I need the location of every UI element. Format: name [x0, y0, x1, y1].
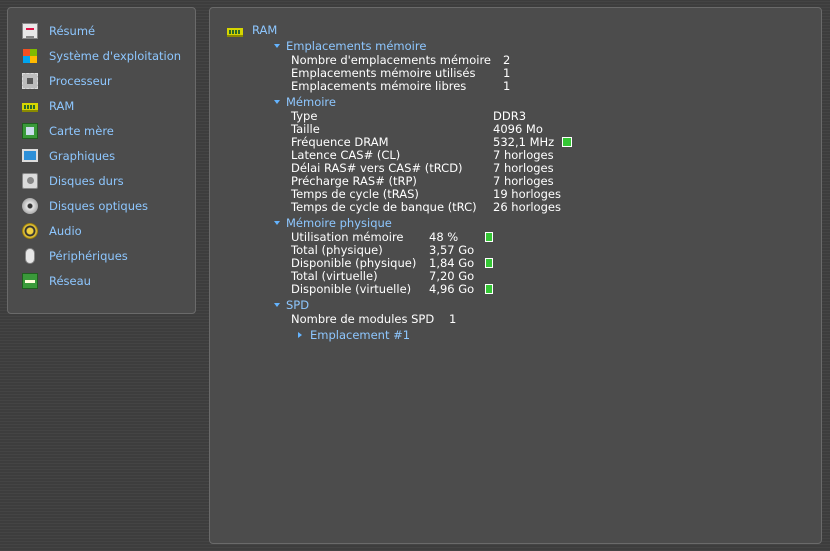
sidebar-item-network[interactable]: Réseau [8, 268, 195, 293]
details-panel: RAM Emplacements mémoire Nombre d'emplac… [209, 7, 822, 544]
section-physical-memory[interactable]: Mémoire physique [274, 215, 392, 230]
info-key: Disponible (virtuelle) [291, 282, 412, 296]
windows-logo-blue [23, 55, 30, 63]
collapse-caret-icon [274, 99, 280, 104]
optical-disc-icon [22, 197, 38, 214]
status-indicator [485, 258, 493, 268]
sidebar-item-label: Graphiques [49, 148, 116, 163]
sidebar-item-label: Disques optiques [49, 198, 149, 213]
info-value: 26 horloges [493, 200, 561, 214]
section-title: Emplacements mémoire [286, 38, 427, 53]
tree-item-label: Emplacement #1 [310, 327, 411, 342]
sidebar-item-label: Périphériques [49, 248, 128, 263]
sidebar-item-cpu[interactable]: Processeur [8, 68, 195, 93]
section-memory[interactable]: Mémoire [274, 94, 336, 109]
sidebar-item-audio[interactable]: Audio [8, 218, 195, 243]
sidebar-item-label: Carte mère [49, 123, 114, 138]
info-key: Temps de cycle de banque (tRC) [291, 200, 477, 214]
sidebar-item-motherboard[interactable]: Carte mère [8, 118, 195, 143]
speaker-icon [22, 222, 38, 239]
sidebar-item-resume[interactable]: Résumé [8, 18, 195, 43]
hard-drive-icon [22, 172, 38, 189]
status-indicator [485, 232, 493, 242]
sidebar-item-hard-drives[interactable]: Disques durs [8, 168, 195, 193]
page-title: RAM [227, 22, 277, 38]
sidebar-item-label: Disques durs [49, 173, 124, 188]
windows-logo-green [30, 48, 37, 56]
sidebar-item-label: Résumé [49, 23, 96, 38]
ram-icon [227, 27, 243, 37]
sidebar-item-label: Audio [49, 223, 82, 238]
page-title-label: RAM [252, 23, 278, 37]
collapse-caret-icon [274, 220, 280, 225]
cpu-icon [22, 72, 38, 89]
ram-icon [22, 103, 38, 112]
sidebar-item-optical[interactable]: Disques optiques [8, 193, 195, 218]
motherboard-icon [22, 122, 38, 139]
section-title: SPD [286, 297, 310, 312]
sidebar-item-label: Réseau [49, 273, 91, 288]
mouse-icon [25, 247, 35, 264]
section-title: Mémoire [286, 94, 336, 109]
sidebar: Résumé Système d'exploitation Processeur… [7, 7, 196, 314]
windows-logo-icon [22, 48, 38, 64]
info-value: 1 [503, 79, 511, 93]
windows-logo-yellow [30, 55, 37, 63]
resume-icon [22, 22, 38, 39]
section-memory-slots[interactable]: Emplacements mémoire [274, 38, 426, 53]
info-value: 4,96 Go [429, 282, 475, 296]
info-key: Emplacements mémoire libres [291, 79, 467, 93]
collapse-caret-icon [274, 43, 280, 48]
network-icon [22, 272, 38, 289]
section-title: Mémoire physique [286, 215, 392, 230]
status-indicator [485, 284, 493, 294]
windows-logo-red [23, 48, 30, 56]
sidebar-item-label: Processeur [49, 73, 112, 88]
sidebar-item-ram[interactable]: RAM [8, 93, 195, 118]
sidebar-item-label: Système d'exploitation [49, 48, 182, 63]
expand-caret-icon [298, 331, 302, 338]
sidebar-item-label: RAM [49, 98, 75, 113]
info-value: 1 [449, 312, 457, 326]
status-indicator [562, 137, 572, 147]
sidebar-item-os[interactable]: Système d'exploitation [8, 43, 195, 68]
info-key: Nombre de modules SPD [291, 312, 435, 326]
tree-item-slot-1[interactable]: Emplacement #1 [298, 327, 410, 342]
collapse-caret-icon [274, 302, 280, 307]
sidebar-nav: Résumé Système d'exploitation Processeur… [8, 18, 195, 293]
monitor-icon [22, 149, 38, 162]
section-spd[interactable]: SPD [274, 297, 309, 312]
sidebar-item-graphics[interactable]: Graphiques [8, 143, 195, 168]
sidebar-item-peripherals[interactable]: Périphériques [8, 243, 195, 268]
